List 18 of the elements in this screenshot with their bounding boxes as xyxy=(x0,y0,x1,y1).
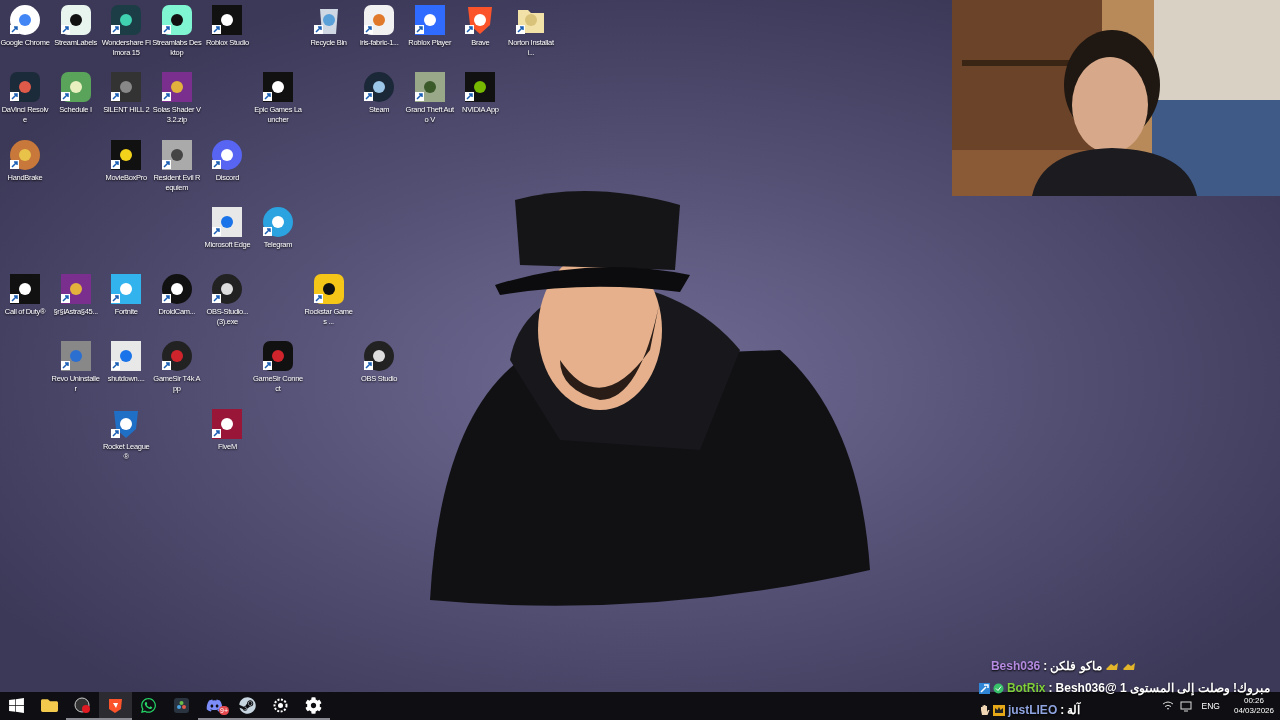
clock-time: 00:26 xyxy=(1243,696,1264,706)
chat-separator: : xyxy=(1060,702,1065,718)
crown-badge-icon xyxy=(992,704,1005,716)
record-icon xyxy=(74,696,91,714)
chat-username: justLIEO xyxy=(1007,702,1058,718)
language-indicator[interactable]: ENG xyxy=(1201,699,1220,713)
steam-icon xyxy=(239,696,256,714)
folder-icon xyxy=(41,696,58,714)
settings-icon xyxy=(305,696,322,714)
app-icon xyxy=(173,696,190,714)
gear-icon xyxy=(272,696,289,714)
hand-icon xyxy=(978,704,990,716)
chat-message: آلة xyxy=(1067,702,1081,718)
clock-date: 04/03/2026 xyxy=(1233,706,1274,716)
whatsapp-icon xyxy=(140,696,157,714)
monitor-icon xyxy=(1179,700,1192,712)
wifi-icon xyxy=(1161,700,1174,712)
windows-icon xyxy=(8,696,25,714)
